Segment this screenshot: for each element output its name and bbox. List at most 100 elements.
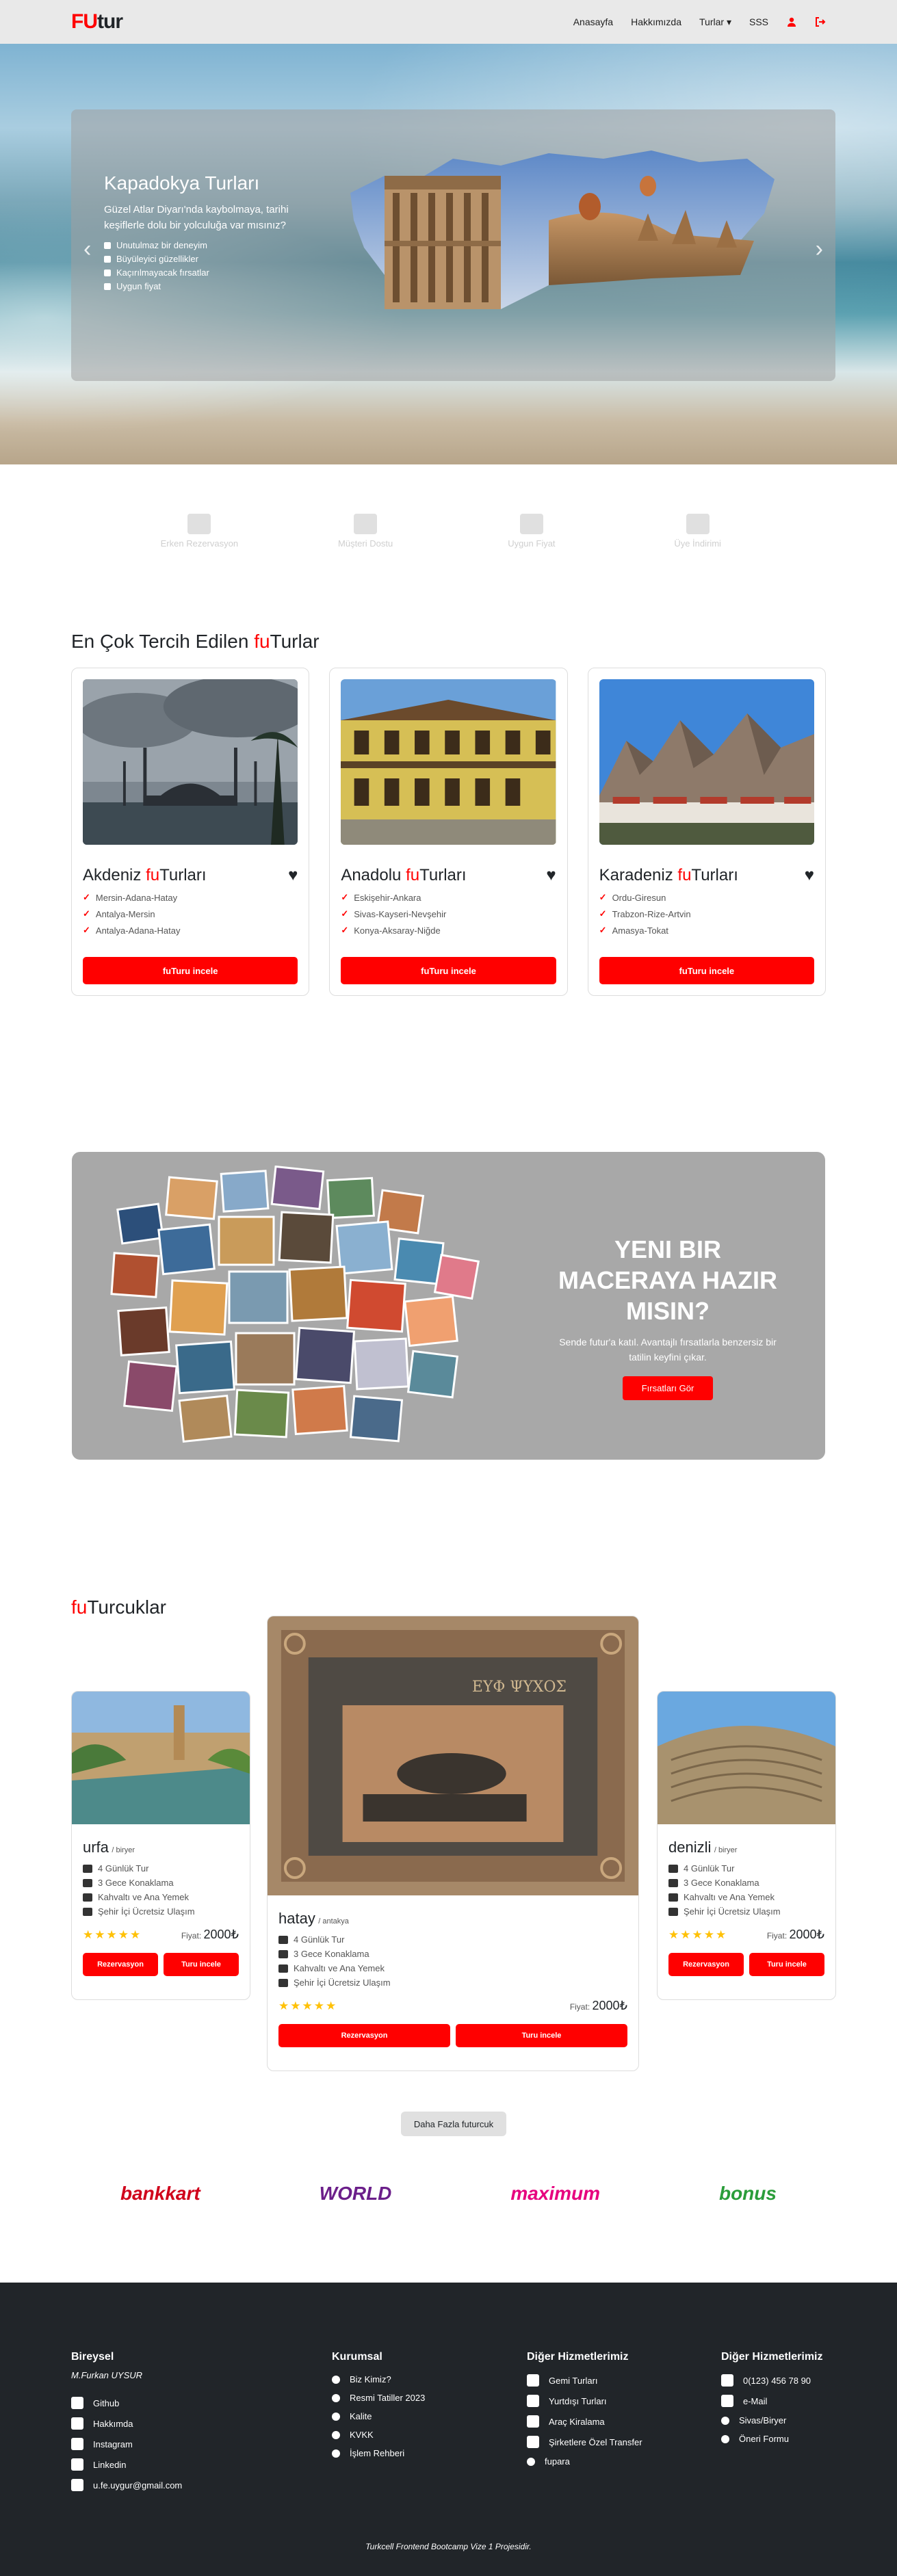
nav-link-anasayfa[interactable]: Anasayfa — [573, 16, 613, 27]
instagram-icon — [71, 2438, 83, 2450]
guide-city: hatay — [278, 1910, 315, 1927]
footer-email[interactable]: e-Mail — [721, 2395, 822, 2407]
bus-icon — [83, 1907, 92, 1916]
tour-view-button[interactable]: fuTuru incele — [599, 957, 814, 984]
footer-link[interactable]: Gemi Turları — [527, 2374, 642, 2387]
reservation-button[interactable]: Rezervasyon — [278, 2024, 450, 2047]
footer-link-instagram[interactable]: Instagram — [71, 2438, 182, 2450]
turkey-map-image — [350, 150, 775, 309]
heart-icon[interactable]: ♥ — [805, 866, 814, 885]
footer-link[interactable]: Kalite — [332, 2411, 425, 2421]
view-tour-button[interactable]: Turu incele — [456, 2024, 627, 2047]
heart-icon[interactable]: ♥ — [288, 866, 298, 885]
footer-location[interactable]: Sivas/Biryer — [721, 2415, 822, 2426]
footer-link[interactable]: Yurtdışı Turları — [527, 2395, 642, 2407]
user-icon[interactable] — [786, 16, 797, 27]
promo-description: Sende futur'a katıl. Avantajlı fırsatlar… — [559, 1337, 777, 1363]
footer-link[interactable]: KVKK — [332, 2430, 425, 2440]
info-icon — [668, 1864, 678, 1873]
nav-link-hakkimizda[interactable]: Hakkımızda — [631, 16, 681, 27]
carousel-next-icon[interactable]: › — [816, 236, 823, 263]
footer-link[interactable]: Biz Kimiz? — [332, 2374, 425, 2384]
nav-links: Anasayfa Hakkımızda Turlar ▾ SSS — [573, 16, 826, 28]
footer-link-about[interactable]: Hakkımda — [71, 2417, 182, 2430]
nav-dropdown-turlar[interactable]: Turlar ▾ — [699, 16, 731, 28]
bus-icon — [668, 1907, 678, 1916]
promo-banner: YENI BIR MACERAYA HAZIR MISIN? Sende fut… — [72, 1152, 825, 1460]
bus-icon — [278, 1978, 288, 1987]
footer-link[interactable]: Araç Kiralama — [527, 2415, 642, 2428]
partner-logos: bankkart WORLD maximum bonus — [0, 2170, 897, 2218]
guide-card-urfa: urfa / biryer 4 Günlük Tur 3 Gece Konakl… — [71, 1691, 250, 2000]
check-icon: ✓ — [599, 908, 607, 919]
view-tour-button[interactable]: Turu incele — [749, 1953, 824, 1976]
footer-suggestion[interactable]: Öneri Formu — [721, 2434, 822, 2444]
hero-bullet: Kaçırılmayacak fırsatlar — [104, 267, 330, 278]
footer-author: M.Furkan UYSUR — [71, 2370, 143, 2380]
check-icon: ✓ — [341, 908, 349, 919]
guide-city: urfa — [83, 1839, 109, 1856]
heart-icon[interactable]: ♥ — [546, 866, 556, 885]
shield-icon — [332, 2412, 340, 2421]
guide-price: Fiyat: 2000₺ — [569, 1999, 627, 2012]
guide-region: / antakya — [318, 1917, 349, 1926]
footer-link[interactable]: Resmi Tatiller 2023 — [332, 2393, 425, 2403]
more-guides-button[interactable]: Daha Fazla futurcuk — [401, 2112, 506, 2136]
guide-price: Fiyat: 2000₺ — [181, 1928, 239, 1941]
footer-credit: Turkcell Frontend Bootcamp Vize 1 Projes… — [365, 2542, 532, 2551]
tour-route-list: ✓ Eskişehir-Ankara ✓ Sivas-Kayseri-Nevşehi… — [341, 892, 447, 936]
lira-icon — [527, 2457, 535, 2466]
guide-card-denizli: denizli / biryer 4 Günlük Tur 3 Gece Kon… — [657, 1691, 836, 2000]
navbar: FUtur Anasayfa Hakkımızda Turlar ▾ SSS — [0, 0, 897, 44]
nav-link-sss[interactable]: SSS — [749, 16, 768, 27]
footer-link[interactable]: İşlem Rehberi — [332, 2448, 425, 2458]
brand-logo[interactable]: FUtur — [71, 10, 123, 34]
promo-text: YENI BIR MACERAYA HAZIR MISIN? Sende fut… — [551, 1234, 784, 1400]
footer-link[interactable]: Şirketlere Özel Transfer — [527, 2436, 642, 2448]
hero-title: Kapadokya Turları — [104, 172, 260, 194]
crosshair-icon — [721, 2416, 729, 2425]
guides-section: fuTurcuklar urfa / biryer 4 Günlük Tur 3… — [0, 1596, 897, 2136]
feature-good-price: Uygun Fiyat — [491, 514, 573, 549]
footer-link[interactable]: fupara — [527, 2456, 642, 2467]
feature-customer-friendly: Müşteri Dostu — [324, 514, 406, 549]
footer-link-linkedin[interactable]: Linkedin — [71, 2458, 182, 2471]
tour-route-list: ✓ Ordu-Giresun ✓ Trabzon-Rize-Artvin ✓ Amas… — [599, 892, 691, 936]
plane-icon — [527, 2395, 539, 2407]
google-icon — [71, 2479, 83, 2491]
shuttle-van-icon — [527, 2436, 539, 2448]
world-logo: WORLD — [319, 2183, 392, 2204]
footer-link-email[interactable]: u.fe.uygur@gmail.com — [71, 2479, 182, 2491]
check-icon: ✓ — [599, 892, 607, 902]
footer-col-contact: Diğer Hizmetlerimiz 0(123) 456 78 90 e-M… — [721, 2351, 822, 2452]
tag-icon — [104, 282, 111, 290]
footer-heading: Bireysel — [71, 2351, 114, 2363]
pen-icon — [721, 2434, 729, 2443]
footer-link-github[interactable]: Github — [71, 2397, 182, 2409]
hero-bullets: Unutulmaz bir deneyim Büyüleyici güzelli… — [104, 240, 330, 291]
google-icon — [721, 2395, 733, 2407]
reservation-button[interactable]: Rezervasyon — [83, 1953, 158, 1976]
linkedin-icon — [71, 2458, 83, 2471]
bed-icon — [668, 1878, 678, 1887]
info-circle-icon — [332, 2375, 340, 2384]
check-icon: ✓ — [83, 925, 90, 935]
feature-early-booking: Erken Rezervasyon — [158, 514, 240, 549]
hero-carousel: ‹ › Kapadokya Turları Güzel Atlar Diyarı… — [0, 44, 897, 464]
tour-view-button[interactable]: fuTuru incele — [83, 957, 298, 984]
footer-heading: Kurumsal — [332, 2351, 382, 2363]
features-row: Erken Rezervasyon Müşteri Dostu Uygun Fi… — [0, 464, 897, 598]
guide-price: Fiyat: 2000₺ — [766, 1928, 824, 1941]
reservation-button[interactable]: Rezervasyon — [668, 1953, 744, 1976]
logout-icon[interactable] — [815, 16, 826, 27]
photo-collage-image — [110, 1166, 480, 1443]
wallet-icon — [519, 514, 543, 534]
rating-stars: ★★★★★ — [668, 1928, 728, 1941]
footer-phone[interactable]: 0(123) 456 78 90 — [721, 2374, 822, 2387]
tour-view-button[interactable]: fuTuru incele — [341, 957, 556, 984]
view-tour-button[interactable]: Turu incele — [164, 1953, 239, 1976]
promo-deals-button[interactable]: Fırsatları Gör — [622, 1376, 714, 1400]
check-icon: ✓ — [83, 908, 90, 919]
tour-name: Karadeniz fuTurları — [599, 866, 738, 884]
carousel-prev-icon[interactable]: ‹ — [83, 236, 91, 263]
